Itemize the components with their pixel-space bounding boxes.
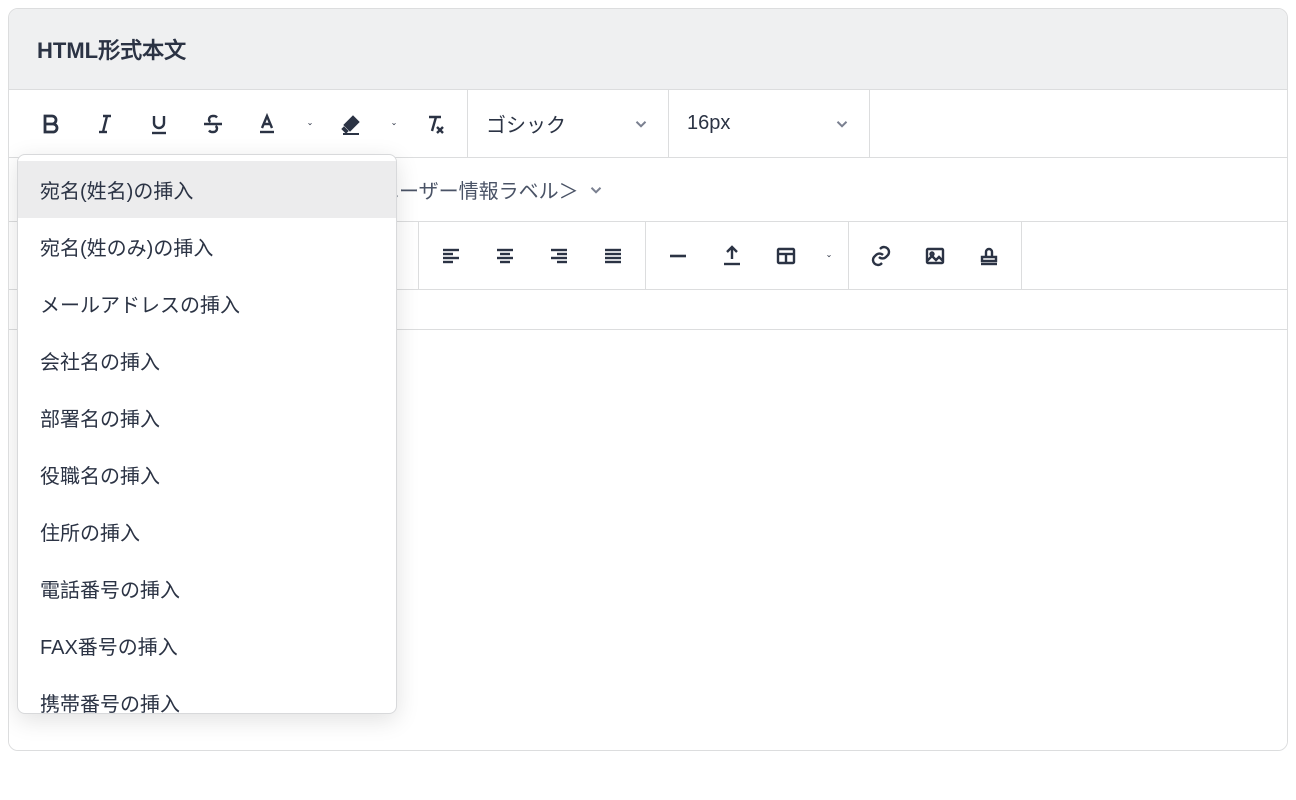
image-button[interactable] — [913, 234, 957, 278]
menu-item[interactable]: 電話番号の挿入 — [18, 560, 396, 617]
highlight-icon — [339, 112, 363, 136]
chevron-down-icon — [307, 118, 313, 130]
bold-button[interactable] — [29, 102, 73, 146]
menu-item[interactable]: 会社名の挿入 — [18, 332, 396, 389]
link-button[interactable] — [859, 234, 903, 278]
align-right-button[interactable] — [537, 234, 581, 278]
font-size-select[interactable]: 16px — [669, 90, 869, 157]
chevron-down-icon — [826, 250, 832, 262]
editor-panel: HTML形式本文 — [8, 8, 1288, 751]
table-icon — [774, 244, 798, 268]
strikethrough-icon — [201, 112, 225, 136]
align-group — [419, 222, 646, 289]
horizontal-rule-button[interactable] — [656, 234, 700, 278]
panel-header: HTML形式本文 — [9, 9, 1287, 90]
link-icon — [869, 244, 893, 268]
minus-icon — [666, 244, 690, 268]
editor-content-area[interactable]: 宛名(姓名)の挿入宛名(姓のみ)の挿入メールアドレスの挿入会社名の挿入部署名の挿… — [9, 330, 1287, 750]
stamp-icon — [977, 244, 1001, 268]
table-button[interactable] — [764, 234, 808, 278]
menu-item[interactable]: 携帯番号の挿入 — [18, 674, 396, 714]
toolbar-row-1: ゴシック 16px — [9, 90, 1287, 158]
stamp-button[interactable] — [967, 234, 1011, 278]
media-group — [849, 222, 1022, 289]
chevron-down-icon — [632, 115, 650, 133]
panel-title: HTML形式本文 — [37, 33, 1259, 65]
insert-group — [646, 222, 849, 289]
bold-icon — [39, 112, 63, 136]
underline-icon — [147, 112, 171, 136]
menu-item[interactable]: 住所の挿入 — [18, 503, 396, 560]
lead-label-menu: 宛名(姓名)の挿入宛名(姓のみ)の挿入メールアドレスの挿入会社名の挿入部署名の挿… — [17, 154, 397, 714]
font-family-select-group: ゴシック — [468, 90, 669, 157]
upload-button[interactable] — [710, 234, 754, 278]
menu-item[interactable]: 宛名(姓のみ)の挿入 — [18, 218, 396, 275]
highlight-button[interactable] — [329, 102, 373, 146]
menu-item[interactable]: 部署名の挿入 — [18, 389, 396, 446]
strikethrough-button[interactable] — [191, 102, 235, 146]
underline-button[interactable] — [137, 102, 181, 146]
text-color-button[interactable] — [245, 102, 289, 146]
font-size-value: 16px — [687, 112, 730, 135]
chevron-down-icon — [587, 181, 605, 199]
lead-label-menu-scroll[interactable]: 宛名(姓名)の挿入宛名(姓のみ)の挿入メールアドレスの挿入会社名の挿入部署名の挿… — [18, 155, 396, 714]
table-chevron[interactable] — [818, 234, 838, 278]
chevron-down-icon — [833, 115, 851, 133]
align-center-icon — [493, 244, 517, 268]
menu-item[interactable]: FAX番号の挿入 — [18, 617, 396, 674]
font-family-value: ゴシック — [486, 109, 566, 138]
upload-icon — [720, 244, 744, 268]
italic-button[interactable] — [83, 102, 127, 146]
align-justify-button[interactable] — [591, 234, 635, 278]
menu-item[interactable]: 宛名(姓名)の挿入 — [18, 161, 396, 218]
font-size-select-group: 16px — [669, 90, 870, 157]
clear-format-button[interactable] — [413, 102, 457, 146]
menu-item[interactable]: メールアドレスの挿入 — [18, 275, 396, 332]
highlight-chevron[interactable] — [383, 102, 403, 146]
text-color-icon — [255, 112, 279, 136]
align-right-icon — [547, 244, 571, 268]
toolbar-spacer — [870, 90, 1287, 157]
toolbar-spacer-3 — [1022, 222, 1287, 289]
align-left-icon — [439, 244, 463, 268]
italic-icon — [93, 112, 117, 136]
format-group — [9, 90, 468, 157]
align-left-button[interactable] — [429, 234, 473, 278]
menu-item[interactable]: 役職名の挿入 — [18, 446, 396, 503]
align-justify-icon — [601, 244, 625, 268]
image-icon — [923, 244, 947, 268]
font-family-select[interactable]: ゴシック — [468, 90, 668, 157]
clear-format-icon — [423, 112, 447, 136]
chevron-down-icon — [391, 118, 397, 130]
text-color-chevron[interactable] — [299, 102, 319, 146]
align-center-button[interactable] — [483, 234, 527, 278]
